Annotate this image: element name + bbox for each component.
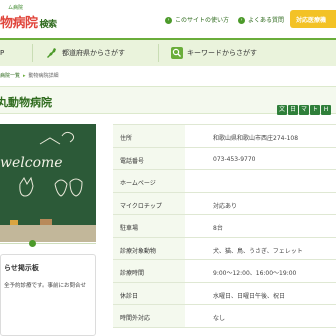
- info-label: 診療時間: [113, 260, 185, 282]
- info-row: 電話番号 073-453-9770: [113, 147, 336, 170]
- notice-marker-icon: [29, 240, 36, 247]
- logo-text: 物病院: [0, 16, 38, 31]
- info-label: 休診日: [113, 282, 185, 304]
- chevron-right-icon: ›: [165, 17, 172, 24]
- faq-link[interactable]: › よくある質問: [238, 15, 284, 24]
- info-label: 時間外対応: [113, 305, 185, 327]
- logo-sub-text: 検索: [39, 20, 58, 30]
- japan-map-icon: [46, 47, 58, 59]
- divider: [0, 243, 96, 244]
- info-row: 駐車場 8台: [113, 215, 336, 238]
- phone-link[interactable]: 073-453-9770: [213, 156, 256, 163]
- tab-prefecture-search[interactable]: 都道府県からさがす: [46, 45, 125, 61]
- welcome-text: welcome: [0, 155, 63, 171]
- info-value: 犬、猫、鳥、うさぎ、フェレット: [213, 247, 303, 255]
- cta-label: 対応医療機: [296, 17, 327, 24]
- breadcrumb: 病院一覧 ▸ 動物病院詳細: [0, 72, 59, 79]
- chalk-ledge: [0, 225, 96, 242]
- info-value: 和歌山県和歌山市西庄274-108: [213, 135, 299, 142]
- hospital-info-table: 住所 和歌山県和歌山市西庄274-108 電話番号 073-453-9770 ホーム…: [113, 124, 336, 328]
- info-label: 住所: [113, 125, 185, 147]
- info-value: 対応あり: [213, 202, 238, 210]
- share-button[interactable]: ト: [310, 105, 320, 115]
- breadcrumb-current: 動物病院詳細: [28, 73, 59, 79]
- site-logo[interactable]: 物病院 検索: [0, 12, 57, 31]
- share-button[interactable]: H: [321, 105, 331, 115]
- font-size-button[interactable]: 文: [277, 105, 287, 115]
- search-icon: [171, 47, 183, 59]
- hospital-photo: welcome: [0, 124, 96, 242]
- share-button[interactable]: 日: [288, 105, 298, 115]
- divider: [158, 44, 159, 62]
- info-label: 診療対象動物: [113, 237, 185, 259]
- divider: [32, 44, 33, 62]
- info-label: 駐車場: [113, 215, 185, 237]
- info-value: 8台: [213, 225, 223, 232]
- site-header: ム病院 物病院 検索 › このサイトの使い方 › よくある質問 対応医療機: [0, 0, 336, 36]
- info-label: 電話番号: [113, 147, 185, 169]
- title-bar: 丸動物病院 文日マトH: [0, 86, 336, 115]
- info-row: 診療時間 9:00～12:00、16:00～19:00: [113, 260, 336, 283]
- search-nav: P 都道府県からさがす キーワードからさがす: [0, 38, 336, 66]
- about-site-link[interactable]: › このサイトの使い方: [165, 15, 229, 24]
- info-row: 診療対象動物 犬、猫、鳥、うさぎ、フェレット: [113, 237, 336, 260]
- tab-map-search[interactable]: P: [0, 45, 4, 61]
- chevron-right-icon: ›: [238, 17, 245, 24]
- tab-keyword-search[interactable]: キーワードからさがす: [171, 45, 257, 61]
- info-value: 水曜日、日曜日午後、祝日: [213, 292, 286, 300]
- info-value: なし: [213, 315, 226, 322]
- share-button[interactable]: マ: [299, 105, 309, 115]
- info-label: ホームページ: [113, 170, 185, 192]
- tab-prefecture-label: 都道府県からさがす: [62, 49, 125, 57]
- logo-tagline: ム病院: [8, 5, 24, 11]
- notice-body: 全予約診療です。事前にお問合せ: [4, 283, 86, 289]
- notice-board: らせ掲示板 全予約診療です。事前にお問合せ: [0, 254, 96, 336]
- share-buttons: 文日マトH: [277, 96, 332, 115]
- info-value: 9:00～12:00、16:00～19:00: [213, 270, 297, 277]
- faq-label: よくある質問: [248, 17, 285, 24]
- cta-button[interactable]: 対応医療機: [290, 10, 336, 28]
- info-row: 休診日 水曜日、日曜日午後、祝日: [113, 282, 336, 305]
- info-row: 住所 和歌山県和歌山市西庄274-108: [113, 125, 336, 148]
- info-row: 時間外対応 なし: [113, 305, 336, 328]
- tab-map-label: P: [0, 49, 5, 57]
- info-row: ホームページ: [113, 170, 336, 193]
- about-site-label: このサイトの使い方: [175, 17, 230, 24]
- info-row: マイクロチップ 対応あり: [113, 192, 336, 215]
- page-title: 丸動物病院: [0, 96, 52, 109]
- breadcrumb-list-link[interactable]: 病院一覧: [0, 73, 20, 79]
- info-label: マイクロチップ: [113, 192, 185, 214]
- notice-title: らせ掲示板: [4, 264, 39, 272]
- breadcrumb-separator: ▸: [23, 73, 26, 79]
- tab-keyword-label: キーワードからさがす: [187, 49, 257, 57]
